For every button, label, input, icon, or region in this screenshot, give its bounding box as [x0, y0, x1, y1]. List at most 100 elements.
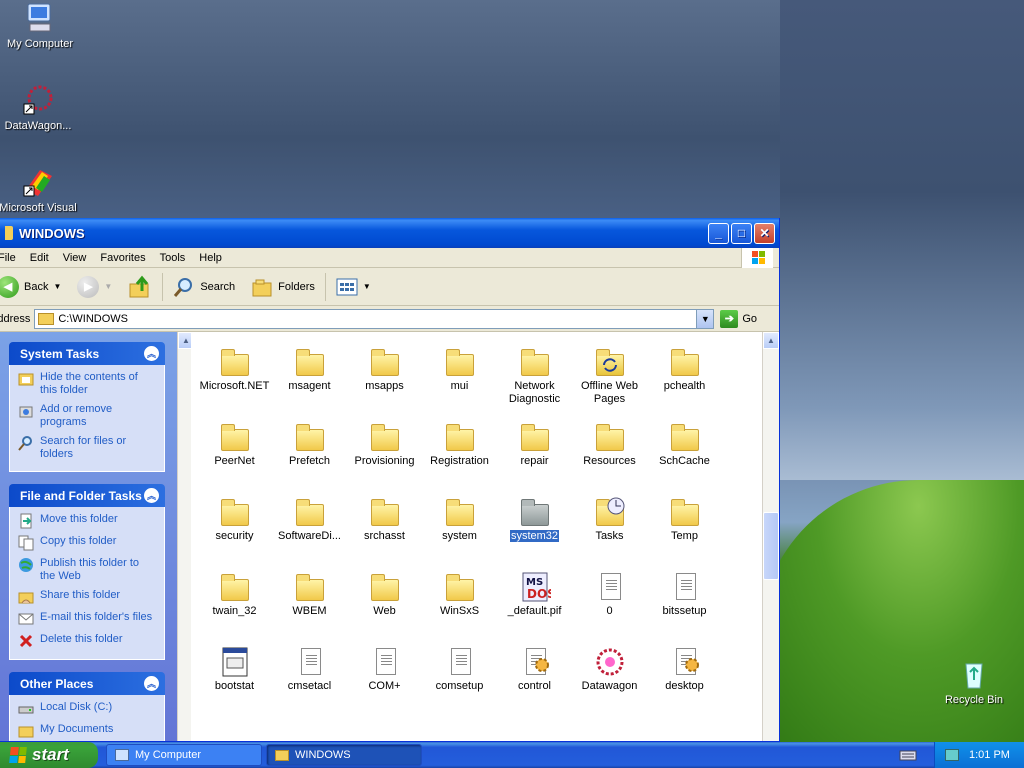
folder-icon — [219, 571, 251, 603]
file-item[interactable]: comsetup — [422, 642, 497, 717]
file-item[interactable]: SchCache — [647, 417, 722, 492]
file-item[interactable]: msapps — [347, 342, 422, 417]
address-dropdown-button[interactable]: ▼ — [696, 309, 714, 328]
task-move-folder[interactable]: Move this folder — [18, 513, 156, 529]
folders-button[interactable]: Folders — [245, 271, 321, 303]
folder-icon — [369, 496, 401, 528]
desktop-icon-visual-studio[interactable]: Microsoft Visual — [0, 166, 78, 214]
task-share-folder[interactable]: Share this folder — [18, 589, 156, 605]
desktop-icon-recycle-bin[interactable]: Recycle Bin — [934, 658, 1014, 706]
file-item-label: WBEM — [292, 605, 327, 617]
vertical-scrollbar[interactable]: ▲ — [762, 332, 779, 741]
file-item[interactable]: PeerNet — [197, 417, 272, 492]
file-item[interactable]: Network Diagnostic — [497, 342, 572, 417]
menu-view[interactable]: View — [56, 252, 94, 264]
file-item[interactable]: Tasks — [572, 492, 647, 567]
title-bar[interactable]: WINDOWS _ □ ✕ — [0, 218, 779, 248]
file-item[interactable]: Web — [347, 567, 422, 642]
file-item[interactable]: COM+ — [347, 642, 422, 717]
file-item-label: bitssetup — [662, 605, 707, 617]
file-item[interactable]: MSDOS _default.pif — [497, 567, 572, 642]
close-button[interactable]: ✕ — [754, 222, 775, 244]
task-pane-splitter[interactable]: ▲ — [177, 332, 194, 741]
back-button[interactable]: ◀ Back ▼ — [0, 271, 67, 303]
file-item[interactable]: SoftwareDi... — [272, 492, 347, 567]
collapse-chevron-icon[interactable]: ︽ — [144, 346, 159, 361]
file-item[interactable]: cmsetacl — [272, 642, 347, 717]
file-item[interactable]: WBEM — [272, 567, 347, 642]
file-item-label: bootstat — [214, 680, 255, 692]
taskbar-button-windows[interactable]: WINDOWS — [266, 744, 422, 766]
scroll-thumb[interactable] — [763, 512, 779, 580]
file-item[interactable]: Prefetch — [272, 417, 347, 492]
file-item[interactable]: twain_32 — [197, 567, 272, 642]
forward-button[interactable]: ▶ ▼ — [71, 271, 118, 303]
close-icon: ✕ — [759, 226, 770, 240]
start-button[interactable]: start — [0, 742, 98, 768]
task-delete-folder[interactable]: Delete this folder — [18, 633, 156, 649]
file-item[interactable]: system — [422, 492, 497, 567]
file-item[interactable]: bootstat — [197, 642, 272, 717]
menu-edit[interactable]: Edit — [23, 252, 56, 264]
menu-favorites[interactable]: Favorites — [93, 252, 152, 264]
task-search-files[interactable]: Search for files or folders — [18, 435, 156, 461]
system-tasks-header[interactable]: System Tasks ︽ — [9, 342, 165, 365]
file-item[interactable]: Temp — [647, 492, 722, 567]
file-item[interactable]: bitssetup — [647, 567, 722, 642]
file-item[interactable]: desktop — [647, 642, 722, 717]
file-item[interactable]: mui — [422, 342, 497, 417]
task-email-files[interactable]: E-mail this folder's files — [18, 611, 156, 627]
folder-icon — [5, 226, 13, 240]
taskbar-button-my-computer[interactable]: My Computer — [106, 744, 262, 766]
chevron-down-icon[interactable]: ▼ — [53, 282, 61, 291]
up-folder-button[interactable] — [122, 271, 158, 303]
add-remove-programs-icon — [19, 406, 33, 418]
file-item[interactable]: WinSxS — [422, 567, 497, 642]
keyboard-icon[interactable] — [898, 746, 918, 764]
clock[interactable]: 1:01 PM — [969, 749, 1010, 761]
file-item[interactable]: Offline Web Pages — [572, 342, 647, 417]
file-item[interactable]: system32 — [497, 492, 572, 567]
task-add-remove-programs[interactable]: Add or remove programs — [18, 403, 156, 429]
collapse-chevron-icon[interactable]: ︽ — [144, 488, 159, 503]
collapse-chevron-icon[interactable]: ︽ — [144, 676, 159, 691]
file-item[interactable]: repair — [497, 417, 572, 492]
folder-icon — [519, 346, 551, 378]
task-hide-contents[interactable]: Hide the contents of this folder — [18, 371, 156, 397]
file-item[interactable]: control — [497, 642, 572, 717]
other-places-header[interactable]: Other Places ︽ — [9, 672, 165, 695]
file-item[interactable]: Resources — [572, 417, 647, 492]
menu-file[interactable]: File — [0, 252, 23, 264]
windows-logo-icon — [741, 248, 773, 268]
menu-tools[interactable]: Tools — [153, 252, 193, 264]
menu-help[interactable]: Help — [192, 252, 229, 264]
file-item[interactable]: Provisioning — [347, 417, 422, 492]
file-folder-tasks-header[interactable]: File and Folder Tasks ︽ — [9, 484, 165, 507]
folders-icon — [252, 279, 272, 296]
file-item[interactable]: srchasst — [347, 492, 422, 567]
address-input[interactable]: C:\WINDOWS ▼ — [34, 308, 715, 329]
go-button[interactable]: ➔ Go — [720, 309, 757, 328]
file-item[interactable]: msagent — [272, 342, 347, 417]
file-item[interactable]: Registration — [422, 417, 497, 492]
file-item[interactable]: pchealth — [647, 342, 722, 417]
place-local-disk[interactable]: Local Disk (C:) — [18, 701, 156, 717]
minimize-button[interactable]: _ — [708, 222, 729, 244]
scroll-up-button[interactable]: ▲ — [763, 332, 779, 349]
views-button[interactable]: ▼ — [330, 271, 377, 303]
maximize-button[interactable]: □ — [731, 222, 752, 244]
desktop-icon-my-computer[interactable]: My Computer — [0, 2, 80, 50]
file-item[interactable]: 0 — [572, 567, 647, 642]
task-label: Delete this folder — [40, 633, 123, 645]
file-item[interactable]: Microsoft.NET — [197, 342, 272, 417]
file-item[interactable]: Datawagon — [572, 642, 647, 717]
file-item-label: Temp — [671, 530, 698, 542]
network-icon[interactable] — [945, 749, 959, 761]
chevron-up-icon: ▲ — [767, 336, 775, 345]
desktop-icon-datawagon[interactable]: DataWagon... — [0, 84, 78, 132]
file-item[interactable]: security — [197, 492, 272, 567]
task-copy-folder[interactable]: Copy this folder — [18, 535, 156, 551]
task-publish-web[interactable]: Publish this folder to the Web — [18, 557, 156, 583]
search-button[interactable]: Search — [167, 271, 241, 303]
place-my-documents[interactable]: My Documents — [18, 723, 156, 739]
